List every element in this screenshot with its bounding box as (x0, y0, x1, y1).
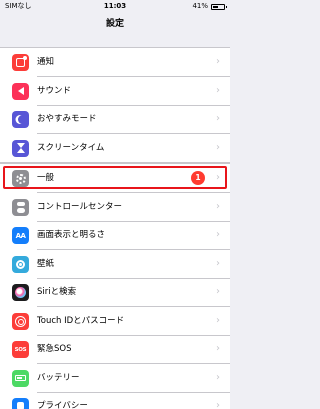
wallpaper-icon (12, 255, 29, 273)
chevron-right-icon: › (216, 56, 220, 67)
row-label: 通知 (37, 57, 55, 67)
fingerprint-icon (12, 312, 29, 330)
moon-icon (12, 111, 29, 128)
settings-row-battery[interactable]: バッテリー › (0, 364, 230, 392)
settings-screen: SIMなし 11:03 41% 設定 通知 › サウンド › おやすみモード ›… (0, 0, 230, 409)
chevron-right-icon: › (216, 400, 220, 409)
chevron-right-icon: › (216, 257, 220, 269)
chevron-right-icon: › (216, 371, 220, 383)
sos-icon: SOS (12, 341, 29, 358)
settings-row-display-brightness[interactable]: AA 画面表示と明るさ › (0, 221, 230, 250)
row-label: Siriと検索 (37, 287, 77, 297)
chevron-right-icon: › (216, 141, 220, 153)
notifications-icon (12, 54, 29, 71)
row-label: スクリーンタイム (37, 142, 105, 153)
battery-icon (211, 4, 227, 10)
settings-row-control-center[interactable]: コントロールセンター › (0, 193, 230, 221)
settings-row-general[interactable]: 一般 1 › (0, 164, 230, 193)
settings-row-siri-search[interactable]: Siriと検索 › (0, 278, 230, 307)
chevron-right-icon: › (216, 200, 220, 212)
chevron-right-icon: › (216, 172, 220, 183)
settings-row-privacy[interactable]: プライバシー › (0, 392, 230, 409)
chevron-right-icon: › (216, 113, 220, 124)
battery-settings-icon (12, 369, 29, 387)
row-label: バッテリー (37, 372, 80, 383)
settings-row-touch-id-passcode[interactable]: Touch IDとパスコード › (0, 307, 230, 335)
row-label: プライバシー (37, 401, 88, 409)
row-label: コントロールセンター (37, 201, 123, 212)
row-label: 緊急SOS (37, 344, 72, 354)
settings-row-do-not-disturb[interactable]: おやすみモード › (0, 105, 230, 134)
row-label: 画面表示と明るさ (37, 230, 106, 240)
settings-row-emergency-sos[interactable]: SOS 緊急SOS › (0, 335, 230, 364)
row-label: サウンド (37, 85, 72, 96)
row-label: おやすみモード (37, 114, 97, 124)
gear-icon (12, 170, 29, 187)
siri-icon (12, 284, 29, 301)
hand-icon (12, 398, 29, 409)
notification-badge: 1 (191, 171, 205, 185)
row-label: 一般 (37, 173, 55, 183)
hourglass-icon (12, 139, 29, 157)
settings-row-sounds[interactable]: サウンド › (0, 77, 230, 105)
page-title: 設定 (105, 19, 124, 29)
settings-row-notifications[interactable]: 通知 › (0, 48, 230, 77)
row-label: Touch IDとパスコード (37, 315, 125, 326)
row-label: 壁紙 (37, 258, 55, 269)
chevron-right-icon: › (216, 229, 220, 240)
chevron-right-icon: › (216, 84, 220, 96)
speaker-icon (12, 82, 29, 100)
text-size-icon: AA (12, 227, 29, 244)
status-bar: SIMなし 11:03 41% (0, 0, 230, 13)
chevron-right-icon: › (216, 286, 220, 297)
battery-percent: 41% (192, 2, 208, 10)
toggles-icon (12, 198, 29, 216)
chevron-right-icon: › (216, 343, 220, 354)
settings-group-1: 通知 › サウンド › おやすみモード › スクリーンタイム › (0, 47, 230, 163)
settings-row-wallpaper[interactable]: 壁紙 › (0, 250, 230, 278)
settings-group-2: 一般 1 › コントロールセンター › AA 画面表示と明るさ › 壁紙 › S… (0, 163, 230, 409)
chevron-right-icon: › (216, 314, 220, 326)
settings-row-screen-time[interactable]: スクリーンタイム › (0, 134, 230, 163)
